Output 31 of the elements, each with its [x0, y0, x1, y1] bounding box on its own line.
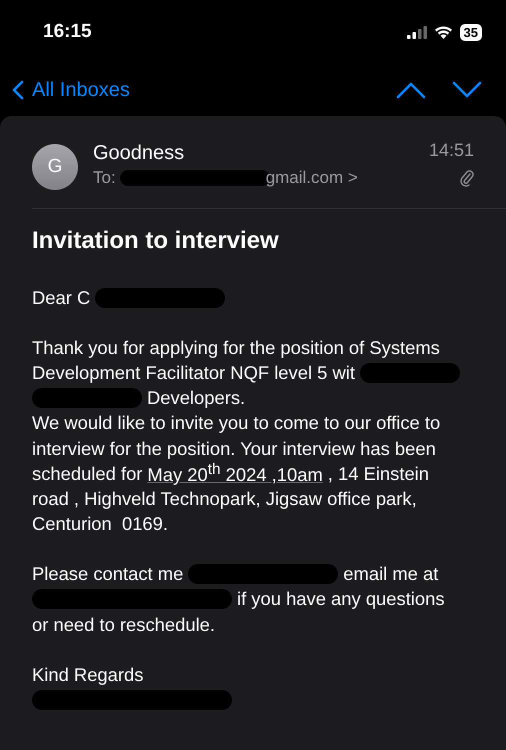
- email-subject: Invitation to interview: [32, 227, 280, 255]
- battery-level: 35: [460, 24, 482, 40]
- chevron-down-icon[interactable]: [452, 81, 482, 99]
- body-text: if you have any questions: [237, 588, 445, 610]
- body-text: interview for the position. Your interview has been: [32, 438, 436, 460]
- body-text: email me at: [343, 563, 438, 586]
- back-chevron-icon[interactable]: [12, 80, 24, 100]
- body-text: Development Facilitator NQF level 5 wit: [32, 362, 355, 384]
- recipient-label: To:: [93, 167, 116, 189]
- body-text: , 14 Einstein: [328, 462, 429, 485]
- body-text: Kind Regards: [32, 664, 144, 686]
- recipient-address[interactable]: gmail.com >: [266, 166, 358, 190]
- back-link[interactable]: All Inboxes: [12, 78, 130, 102]
- body-text: road , Highveld Technopark, Jigsaw office park,: [32, 488, 417, 510]
- body-text: Centurion 0169.: [32, 513, 168, 536]
- date-link[interactable]: May 20$^{th}$ 2024 ,10am: [147, 461, 323, 486]
- body-text: scheduled for: [32, 462, 142, 485]
- sender-avatar: G: [32, 144, 78, 190]
- chevron-up-icon[interactable]: [396, 81, 426, 99]
- signal-icon: [406, 26, 427, 38]
- wifi-icon: [434, 25, 453, 39]
- body-text: Dear C: [32, 286, 90, 309]
- body-text: We would like to invite you to come to our office to: [32, 412, 440, 434]
- status-time: 16:15: [43, 21, 92, 43]
- sender-name: Goodness: [93, 141, 186, 166]
- body-text: Thank you for applying for the position of Systems: [32, 336, 440, 359]
- message-time: 14:51: [428, 140, 474, 161]
- paperclip-icon: [460, 169, 474, 187]
- body-text: Developers.: [147, 387, 246, 410]
- body-text: or need to reschedule.: [32, 614, 216, 636]
- body-text: Please contact me: [32, 563, 184, 586]
